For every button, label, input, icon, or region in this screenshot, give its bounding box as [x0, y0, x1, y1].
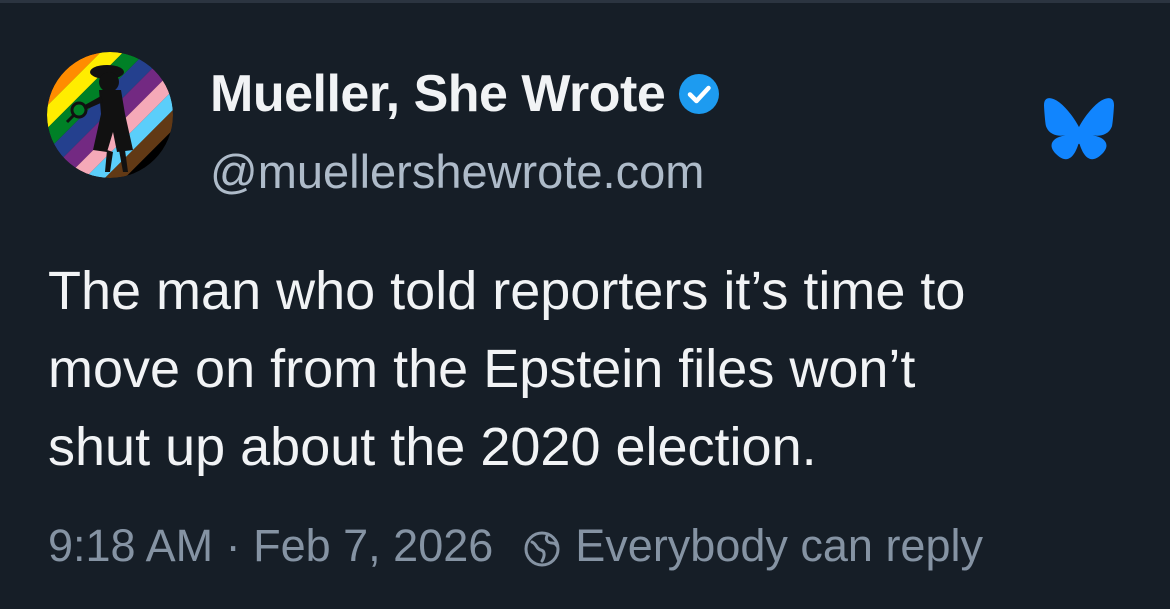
top-divider — [0, 0, 1170, 3]
post-timestamp[interactable]: 9:18 AM · Feb 7, 2026 — [48, 520, 493, 572]
globe-icon — [523, 527, 561, 567]
reply-setting-label: Everybody can reply — [575, 520, 983, 571]
post-text-line: shut up about the 2020 election. — [48, 417, 817, 477]
post-text-line: The man who told reporters it’s time to — [48, 261, 966, 321]
avatar[interactable] — [47, 52, 173, 178]
display-name[interactable]: Mueller, She Wrote — [210, 62, 666, 126]
post-text-line: move on from the Epstein files won’t — [48, 339, 916, 399]
rainbow-detective-avatar-icon — [47, 52, 173, 178]
author-name-row[interactable]: Mueller, She Wrote — [210, 62, 720, 126]
post-meta: 9:18 AM · Feb 7, 2026 Everybody can repl… — [48, 514, 983, 578]
post-text: The man who told reporters it’s time to … — [48, 252, 1138, 486]
reply-setting-button[interactable]: Everybody can reply — [523, 520, 983, 572]
author-handle[interactable]: @muellershewrote.com — [210, 142, 704, 202]
verified-check-icon — [679, 74, 720, 114]
bluesky-butterfly-icon — [1044, 98, 1114, 162]
